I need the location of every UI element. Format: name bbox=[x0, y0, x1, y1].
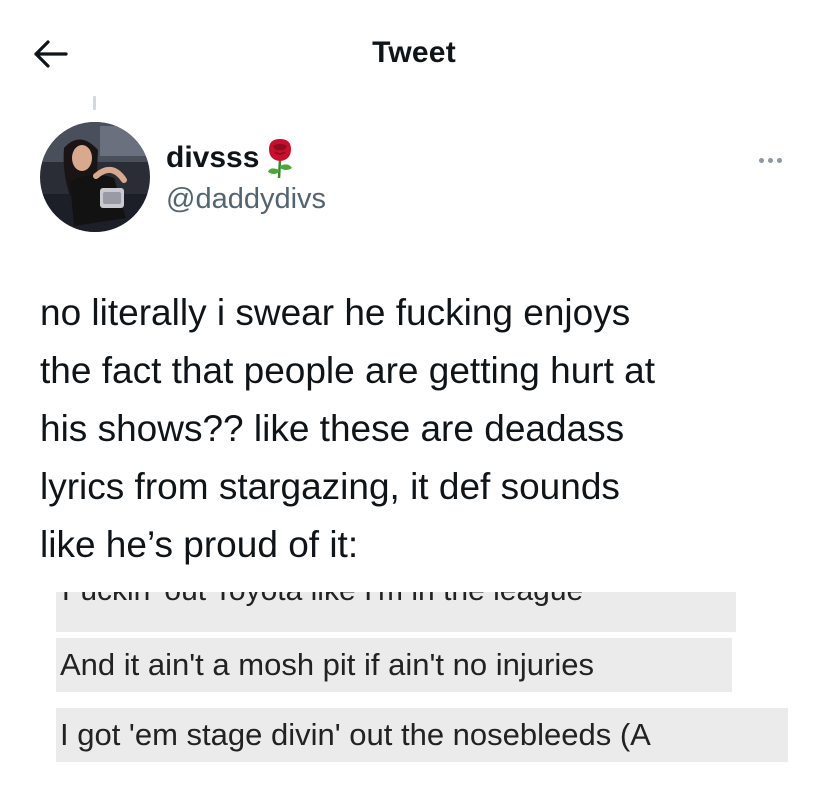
page-title: Tweet bbox=[372, 36, 456, 69]
more-dots-icon bbox=[758, 157, 764, 163]
avatar-photo bbox=[40, 122, 150, 232]
rose-emoji-icon bbox=[268, 139, 292, 179]
top-bar: Tweet bbox=[0, 0, 828, 100]
user-handle[interactable]: @daddydivs bbox=[166, 183, 326, 216]
lyric-line: And it ain't a mosh pit if ain't no inju… bbox=[56, 638, 732, 692]
more-options-button[interactable] bbox=[750, 150, 790, 170]
tweet-image[interactable]: Fuckin' out Toyota like I'm in the leagu… bbox=[56, 592, 796, 792]
avatar[interactable] bbox=[40, 122, 150, 232]
lyric-line-cut-off: Fuckin' out Toyota like I'm in the leagu… bbox=[56, 592, 736, 632]
lyric-line: I got 'em stage divin' out the nosebleed… bbox=[56, 708, 788, 762]
thread-connector-line bbox=[93, 96, 96, 110]
tweet-text: no literally i swear he fucking enjoys t… bbox=[40, 292, 656, 565]
display-name[interactable]: divsss bbox=[166, 141, 259, 175]
